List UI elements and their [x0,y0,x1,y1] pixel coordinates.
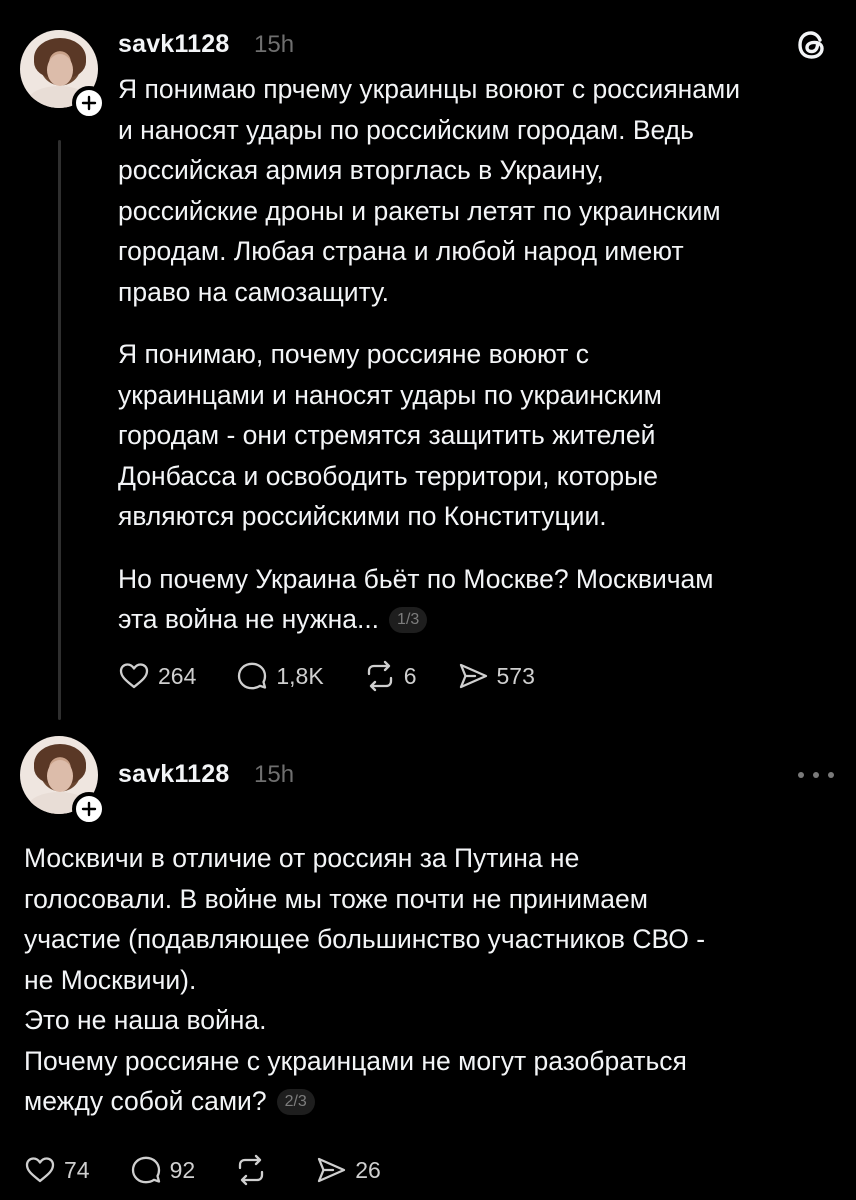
threads-logo-icon[interactable] [794,27,830,63]
repost-button[interactable]: 6 [364,660,417,692]
text-line: российская армия вторглась в Украину, [118,155,604,185]
repost-icon [367,660,392,692]
plus-icon [81,95,97,111]
send-icon [318,1157,346,1183]
username[interactable]: savk1128 [118,760,229,789]
text-line: эта война не нужна... 1/3 [118,599,740,640]
heart-icon [119,663,149,689]
share-button[interactable]: 26 [315,1154,381,1186]
like-count: 264 [158,662,197,689]
paragraph: Но почему Украина бьёт по Москве? Москви… [118,559,740,640]
text-line: между собой сами? 2/3 [24,1081,705,1122]
more-dots-icon[interactable] [796,770,836,780]
text-line: и наносят удары по российским городам. В… [118,114,694,145]
text-line: украинцами и наносят удары по украинским [118,379,662,410]
post-time: 15h [254,761,295,788]
paragraph: Я понимаю, почему россияне воюют с украи… [118,334,740,537]
text-line: являются российскими по Конституции. [118,501,607,531]
post-actions: 264 1,8K 6 573 [118,656,575,696]
post-actions: 74 92 26 [24,1150,421,1190]
like-count: 74 [64,1156,90,1183]
follow-button[interactable] [72,792,106,826]
text-line: городам - они стремятся защитить жителей [118,420,656,450]
comment-count: 1,8K [276,662,324,689]
post-body: Я понимаю прчему украинцы воюют с россия… [118,69,740,640]
follow-button[interactable] [72,86,106,120]
text-line: российские дроны и ракеты летят по украи… [118,195,721,226]
text-line: голосовали. В войне мы тоже почти не при… [24,883,648,914]
comment-button[interactable]: 92 [130,1154,196,1186]
text-line: право на самозащиту. [118,276,389,307]
thread-counter: 2/3 [276,1089,315,1115]
share-count: 26 [355,1156,381,1183]
comment-count: 92 [169,1156,196,1183]
text-line: Я понимаю прчему украинцы воюют с россия… [118,74,741,104]
text-line: Почему россияне с украинцами не могут ра… [24,1045,687,1076]
text-line: Это не наша война. [24,1005,267,1035]
share-count: 573 [496,662,535,689]
text-line: Но почему Украина бьёт по Москве? Москви… [118,563,714,594]
repost-icon [239,1154,264,1186]
text-line-content: эта война не нужна... [118,604,380,634]
thread-counter: 1/3 [389,607,428,633]
like-button[interactable]: 74 [24,1154,90,1186]
thread-connector-line [58,140,61,720]
username[interactable]: savk1128 [118,30,229,59]
post-time: 15h [254,31,295,58]
text-line: не Москвичи). [24,964,197,995]
text-line-content: между собой сами? [24,1086,267,1116]
comment-button[interactable]: 1,8K [236,660,324,692]
like-button[interactable]: 264 [118,660,196,692]
text-line: Москвичи в отличие от россиян за Путина … [24,843,580,873]
plus-icon [81,801,97,817]
comment-bubble-icon [238,662,267,690]
text-line: участие (подавляющее большинство участни… [24,924,706,954]
repost-button[interactable] [235,1154,275,1186]
threads-feed: savk1128 15h Я понимаю прчему украинцы в… [0,0,856,1200]
repost-count: 6 [403,662,417,689]
text-line: Я понимаю, почему россияне воюют с [118,339,590,369]
send-icon [459,663,487,689]
text-line: городам. Любая страна и любой народ имею… [118,236,684,266]
heart-icon [25,1157,55,1183]
paragraph: Я понимаю прчему украинцы воюют с россия… [118,69,740,312]
comment-bubble-icon [131,1156,160,1184]
text-line: Донбасса и освободить территори, которые [118,460,658,491]
post-body: Москвичи в отличие от россиян за Путина … [24,838,705,1122]
share-button[interactable]: 573 [457,660,535,692]
